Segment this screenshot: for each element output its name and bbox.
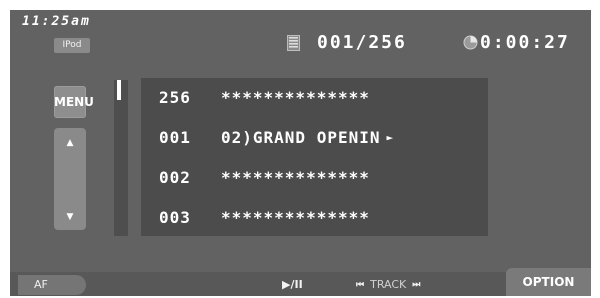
scroll-up-button[interactable]: ▲ bbox=[54, 138, 86, 148]
track-row-selected[interactable]: 001 02)GRAND OPENIN ► bbox=[141, 118, 488, 156]
track-row[interactable]: 003 ************** bbox=[141, 198, 488, 236]
track-number: 256 bbox=[159, 87, 191, 107]
head-unit-screen: 11:25am IPod 001/256 0:00:27 MENU ▲ ▼ 25… bbox=[10, 10, 591, 296]
track-list: 256 ************** 001 02)GRAND OPENIN ►… bbox=[141, 78, 488, 236]
play-triangle-icon: ► bbox=[386, 130, 395, 144]
track-number: 002 bbox=[159, 167, 191, 187]
next-track-icon[interactable]: ⏭ bbox=[412, 276, 420, 294]
af-button[interactable]: AF bbox=[18, 275, 86, 295]
bottom-bar: AF ▶/II ⏮ TRACK ⏭ bbox=[10, 272, 591, 296]
scrollbar[interactable] bbox=[114, 80, 128, 236]
track-counter-text: 001/256 bbox=[317, 32, 407, 53]
scroll-down-button[interactable]: ▼ bbox=[54, 212, 86, 222]
track-number: 003 bbox=[159, 207, 191, 227]
track-counter: 001/256 bbox=[287, 32, 407, 53]
track-title: 02)GRAND OPENIN bbox=[221, 127, 381, 147]
track-row[interactable]: 002 ************** bbox=[141, 158, 488, 196]
track-controls: ⏮ TRACK ⏭ bbox=[356, 276, 420, 294]
track-label: TRACK bbox=[370, 278, 407, 291]
track-title: ************** bbox=[221, 207, 370, 227]
clock-icon bbox=[463, 35, 478, 50]
track-number: 001 bbox=[159, 127, 191, 147]
track-row[interactable]: 256 ************** bbox=[141, 78, 488, 116]
disc-icon bbox=[287, 34, 300, 51]
elapsed-time-text: 0:00:27 bbox=[480, 32, 570, 53]
track-title: ************** bbox=[221, 87, 370, 107]
scroll-buttons: ▲ ▼ bbox=[54, 128, 86, 230]
clock: 11:25am bbox=[22, 14, 91, 29]
source-badge: IPod bbox=[54, 38, 90, 53]
previous-track-icon[interactable]: ⏮ bbox=[356, 276, 364, 294]
elapsed-time: 0:00:27 bbox=[463, 32, 570, 53]
play-pause-button[interactable]: ▶/II bbox=[282, 276, 303, 294]
track-title: ************** bbox=[221, 167, 370, 187]
option-button[interactable]: OPTION bbox=[506, 268, 591, 296]
menu-button[interactable]: MENU bbox=[54, 86, 94, 118]
scrollbar-thumb[interactable] bbox=[117, 80, 121, 100]
